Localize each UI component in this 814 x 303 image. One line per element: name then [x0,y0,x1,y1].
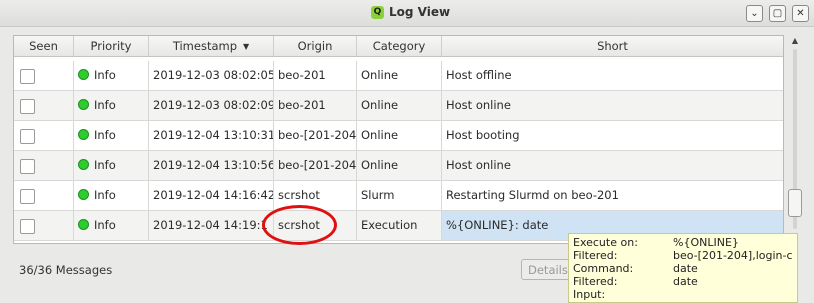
seen-checkbox[interactable] [20,219,35,234]
tooltip-value: %{ONLINE} [673,236,739,249]
title-bar[interactable]: Q Log View ⌄ ▢ ✕ [0,0,814,27]
timestamp-cell: 2019-12-04 13:10:56 [149,151,274,180]
vertical-scrollbar[interactable]: ▲ [788,35,802,243]
short-cell: Host booting [446,128,520,142]
priority-label: Info [94,188,116,202]
column-header-timestamp-label: Timestamp [172,39,238,53]
priority-label: Info [94,68,116,82]
column-header-category[interactable]: Category [357,36,442,56]
seen-checkbox[interactable] [20,99,35,114]
short-cell: Host online [446,98,511,112]
maximize-button[interactable]: ▢ [769,5,786,22]
category-cell: Online [357,91,442,120]
close-icon: ✕ [796,8,805,19]
seen-checkbox[interactable] [20,159,35,174]
column-header-priority[interactable]: Priority [74,36,149,56]
seen-checkbox[interactable] [20,129,35,144]
origin-cell: beo-[201-204] [274,121,357,150]
column-header-seen[interactable]: Seen [14,36,74,56]
category-cell: Online [357,151,442,180]
tooltip-key: Input: [573,288,606,301]
category-cell: Slurm [357,181,442,210]
sort-descending-icon: ▼ [243,42,250,51]
maximize-icon: ▢ [772,8,783,19]
timestamp-cell: 2019-12-03 08:02:05 [149,61,274,90]
tooltip-value: date [673,275,698,288]
category-cell: Online [357,121,442,150]
message-count: 36/36 Messages [19,263,113,277]
tooltip-value: date [673,262,698,275]
timestamp-cell: 2019-12-04 14:19:1 [149,211,274,240]
origin-cell: beo-[201-204] [274,151,357,180]
origin-cell: beo-201 [274,91,357,120]
priority-label: Info [94,158,116,172]
priority-info-icon [78,99,89,110]
origin-cell: beo-201 [274,61,357,90]
column-header-timestamp[interactable]: Timestamp ▼ [149,36,274,56]
short-cell: Restarting Slurmd on beo-201 [446,188,619,202]
tooltip-value: beo-[201-204],login-c [673,249,793,262]
priority-info-icon [78,129,89,140]
timestamp-cell: 2019-12-04 14:16:42 [149,181,274,210]
column-header-origin[interactable]: Origin [274,36,357,56]
priority-label: Info [94,218,116,232]
window-title: Log View [389,5,451,19]
column-header-short[interactable]: Short [442,36,783,56]
priority-info-icon [78,159,89,170]
timestamp-cell: 2019-12-04 13:10:31 [149,121,274,150]
close-button[interactable]: ✕ [792,5,809,22]
scroll-up-icon[interactable]: ▲ [789,35,801,47]
priority-info-icon [78,69,89,80]
timestamp-cell: 2019-12-03 08:02:09 [149,91,274,120]
tooltip-key: Command: [573,262,634,275]
table-row[interactable]: Info 2019-12-03 08:02:05 beo-201 Online … [14,61,783,91]
table-row[interactable]: Info 2019-12-04 13:10:31 beo-[201-204] O… [14,121,783,151]
short-cell: Host online [446,158,511,172]
priority-info-icon [78,189,89,200]
app-logo-icon: Q [371,6,384,19]
command-tooltip: Execute on: %{ONLINE} Filtered: beo-[201… [568,233,798,303]
tooltip-key: Execute on: [573,236,638,249]
table-header: Seen Priority Timestamp ▼ Origin Category… [14,36,783,57]
seen-checkbox[interactable] [20,189,35,204]
priority-label: Info [94,128,116,142]
scroll-thumb[interactable] [788,189,802,217]
category-cell: Online [357,61,442,90]
table-row[interactable]: Info 2019-12-03 08:02:09 beo-201 Online … [14,91,783,121]
category-cell: Execution [357,211,442,240]
priority-info-icon [78,219,89,230]
tooltip-key: Filtered: [573,249,618,262]
log-table[interactable]: Seen Priority Timestamp ▼ Origin Category… [13,35,784,244]
table-row[interactable]: Info 2019-12-04 14:16:42 scrshot Slurm R… [14,181,783,211]
annotation-circle [262,205,337,245]
priority-label: Info [94,98,116,112]
collapse-icon: ⌄ [750,8,759,19]
table-row[interactable]: Info 2019-12-04 13:10:56 beo-[201-204] O… [14,151,783,181]
seen-checkbox[interactable] [20,69,35,84]
tooltip-key: Filtered: [573,275,618,288]
collapse-button[interactable]: ⌄ [746,5,763,22]
short-cell: Host offline [446,68,512,82]
